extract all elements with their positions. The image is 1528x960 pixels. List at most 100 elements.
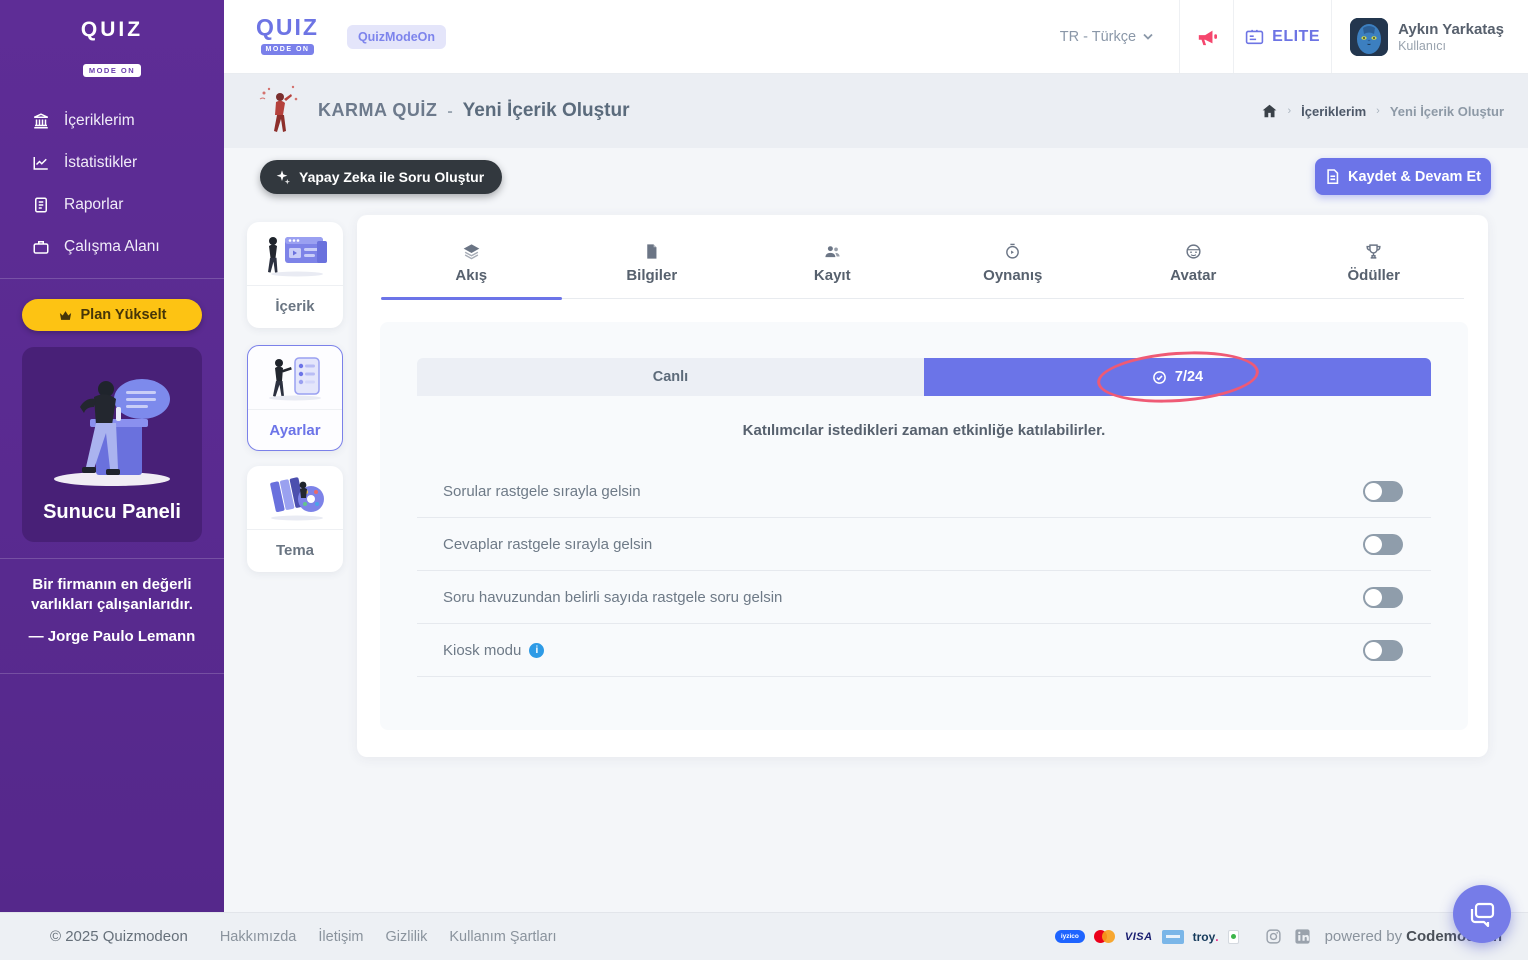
mode-live-label: Canlı (653, 369, 688, 385)
toggle-question-pool[interactable] (1363, 587, 1403, 608)
check-circle-icon (1152, 370, 1167, 385)
breadcrumb-separator-icon: › (1376, 105, 1380, 117)
sidebar-item-label: Raporlar (64, 196, 123, 214)
sidebar-divider (0, 278, 224, 279)
upgrade-plan-label: Plan Yükselt (81, 307, 167, 323)
announcements-button[interactable] (1179, 0, 1233, 73)
ai-generate-label: Yapay Zeka ile Soru Oluştur (299, 169, 484, 185)
sidebar-item-istatistikler[interactable]: İstatistikler (0, 142, 224, 184)
user-menu[interactable]: Aykın Yarkataş Kullanıcı (1331, 0, 1528, 73)
mode-always-label: 7/24 (1175, 369, 1203, 385)
tab-label: Ödüller (1347, 267, 1400, 284)
step-card-tema[interactable]: Tema (247, 466, 343, 572)
visa-logo-icon: VISA (1125, 930, 1153, 944)
file-icon (643, 243, 660, 260)
footer-link-hakkimizda[interactable]: Hakkımızda (220, 929, 297, 945)
toggle-random-answers[interactable] (1363, 534, 1403, 555)
home-icon[interactable] (1262, 104, 1277, 118)
setting-row-question-pool: Soru havuzundan belirli sayıda rastgele … (417, 571, 1431, 624)
quiz-name: KARMA QUİZ (318, 100, 437, 121)
payment-methods: iyzico VISA troy. (1055, 930, 1239, 944)
step-card-ayarlar[interactable]: Ayarlar (247, 345, 343, 451)
topbar-logo[interactable]: QUIZ MODE ON (256, 17, 319, 56)
quote-text: Bir firmanın en değerli varlıkları çalış… (18, 575, 206, 616)
icerik-illustration (247, 222, 343, 286)
avatar (1350, 18, 1388, 56)
plan-badge-label: ELITE (1272, 28, 1320, 46)
tab-akis[interactable]: Akış (381, 229, 562, 298)
quote-author: — Jorge Paulo Lemann (18, 628, 206, 645)
user-info: Aykın Yarkataş Kullanıcı (1398, 21, 1504, 53)
language-selector[interactable]: TR - Türkçe (1034, 0, 1179, 73)
chevron-down-icon (1143, 33, 1153, 40)
breadcrumb: › İçeriklerim › Yeni İçerik Oluştur (1262, 104, 1504, 119)
step-label-tema: Tema (247, 530, 343, 570)
page-title-group: KARMA QUİZ - Yeni İçerik Oluştur (318, 100, 630, 122)
library-icon (32, 112, 50, 130)
footer-link-gizlilik[interactable]: Gizlilik (386, 929, 428, 945)
footer-link-kullanim-sartlari[interactable]: Kullanım Şartları (449, 929, 556, 945)
sidebar-item-iceriklerim[interactable]: İçeriklerim (0, 100, 224, 142)
megaphone-icon (1196, 27, 1218, 47)
sidebar: QUIZ MODE ON İçeriklerim İstatistikler R… (0, 0, 224, 912)
ayarlar-illustration (248, 346, 342, 410)
presenter-panel-label: Sunucu Paneli (32, 501, 192, 524)
copyright-text: © 2025 Quizmodeon (50, 928, 188, 945)
footer-link-iletisim[interactable]: İletişim (318, 929, 363, 945)
flow-settings-panel: Canlı 7/24 Katılımcılar istedikleri zama… (380, 322, 1468, 730)
sidebar-item-calisma-alani[interactable]: Çalışma Alanı (0, 226, 224, 268)
sidebar-item-raporlar[interactable]: Raporlar (0, 184, 224, 226)
sidebar-logo: QUIZ MODE ON (0, 0, 224, 78)
breadcrumb-separator-icon: › (1287, 105, 1291, 117)
powered-by-text: powered by (1325, 928, 1403, 945)
setting-row-kiosk-mode: Kiosk modu i (417, 624, 1431, 677)
tab-oduller[interactable]: Ödüller (1284, 229, 1465, 298)
info-icon[interactable]: i (529, 643, 544, 658)
instagram-icon[interactable] (1265, 928, 1282, 945)
step-card-icerik[interactable]: İçerik (247, 222, 343, 328)
sidebar-divider (0, 673, 224, 674)
setting-row-random-answers: Cevaplar rastgele sırayla gelsin (417, 518, 1431, 571)
presenter-panel-card[interactable]: Sunucu Paneli (22, 347, 202, 542)
setting-label: Cevaplar rastgele sırayla gelsin (443, 536, 652, 553)
sidebar-item-label: İçeriklerim (64, 112, 135, 130)
tab-label: Oynanış (983, 267, 1042, 284)
sidebar-item-label: İstatistikler (64, 154, 137, 172)
mode-live-segment[interactable]: Canlı (417, 358, 924, 396)
mode-always-segment[interactable]: 7/24 (924, 358, 1431, 396)
tab-bilgiler[interactable]: Bilgiler (562, 229, 743, 298)
sidebar-logo-text: QUIZ (0, 18, 224, 42)
save-icon (1325, 169, 1339, 185)
ai-generate-button[interactable]: Yapay Zeka ile Soru Oluştur (260, 160, 502, 194)
upgrade-plan-button[interactable]: Plan Yükselt (22, 299, 202, 331)
sparkle-icon (274, 169, 290, 185)
mode-segmented-control: Canlı 7/24 (417, 358, 1431, 396)
setting-label: Kiosk modu (443, 642, 521, 659)
announcer-illustration (256, 85, 300, 137)
settings-rows: Sorular rastgele sırayla gelsin Cevaplar… (417, 465, 1431, 677)
brand-badge: QuizModeOn (347, 25, 446, 49)
elite-card-icon (1245, 29, 1264, 45)
play-clock-icon (1004, 243, 1021, 260)
layers-icon (463, 243, 480, 260)
users-icon (824, 243, 841, 260)
setting-row-random-questions: Sorular rastgele sırayla gelsin (417, 465, 1431, 518)
linkedin-icon[interactable] (1294, 928, 1311, 945)
tab-kayit[interactable]: Kayıt (742, 229, 923, 298)
toggle-kiosk-mode[interactable] (1363, 640, 1403, 661)
toggle-random-questions[interactable] (1363, 481, 1403, 502)
tabs-bar: Akış Bilgiler Kayıt Oynanış Avatar (381, 229, 1464, 299)
save-continue-button[interactable]: Kaydet & Devam Et (1315, 158, 1491, 195)
tab-avatar[interactable]: Avatar (1103, 229, 1284, 298)
breadcrumb-iceriklerim[interactable]: İçeriklerim (1301, 104, 1366, 119)
tab-oynanis[interactable]: Oynanış (923, 229, 1104, 298)
tab-label: Akış (455, 267, 487, 284)
plan-badge[interactable]: ELITE (1233, 0, 1331, 73)
chat-fab-button[interactable] (1453, 885, 1511, 943)
tab-label: Bilgiler (626, 267, 677, 284)
setting-label: Soru havuzundan belirli sayıda rastgele … (443, 589, 782, 606)
topbar: QUIZ MODE ON QuizModeOn TR - Türkçe ELIT… (224, 0, 1528, 74)
workspace-icon (32, 238, 50, 256)
user-name: Aykın Yarkataş (1398, 21, 1504, 39)
user-role: Kullanıcı (1398, 39, 1504, 53)
